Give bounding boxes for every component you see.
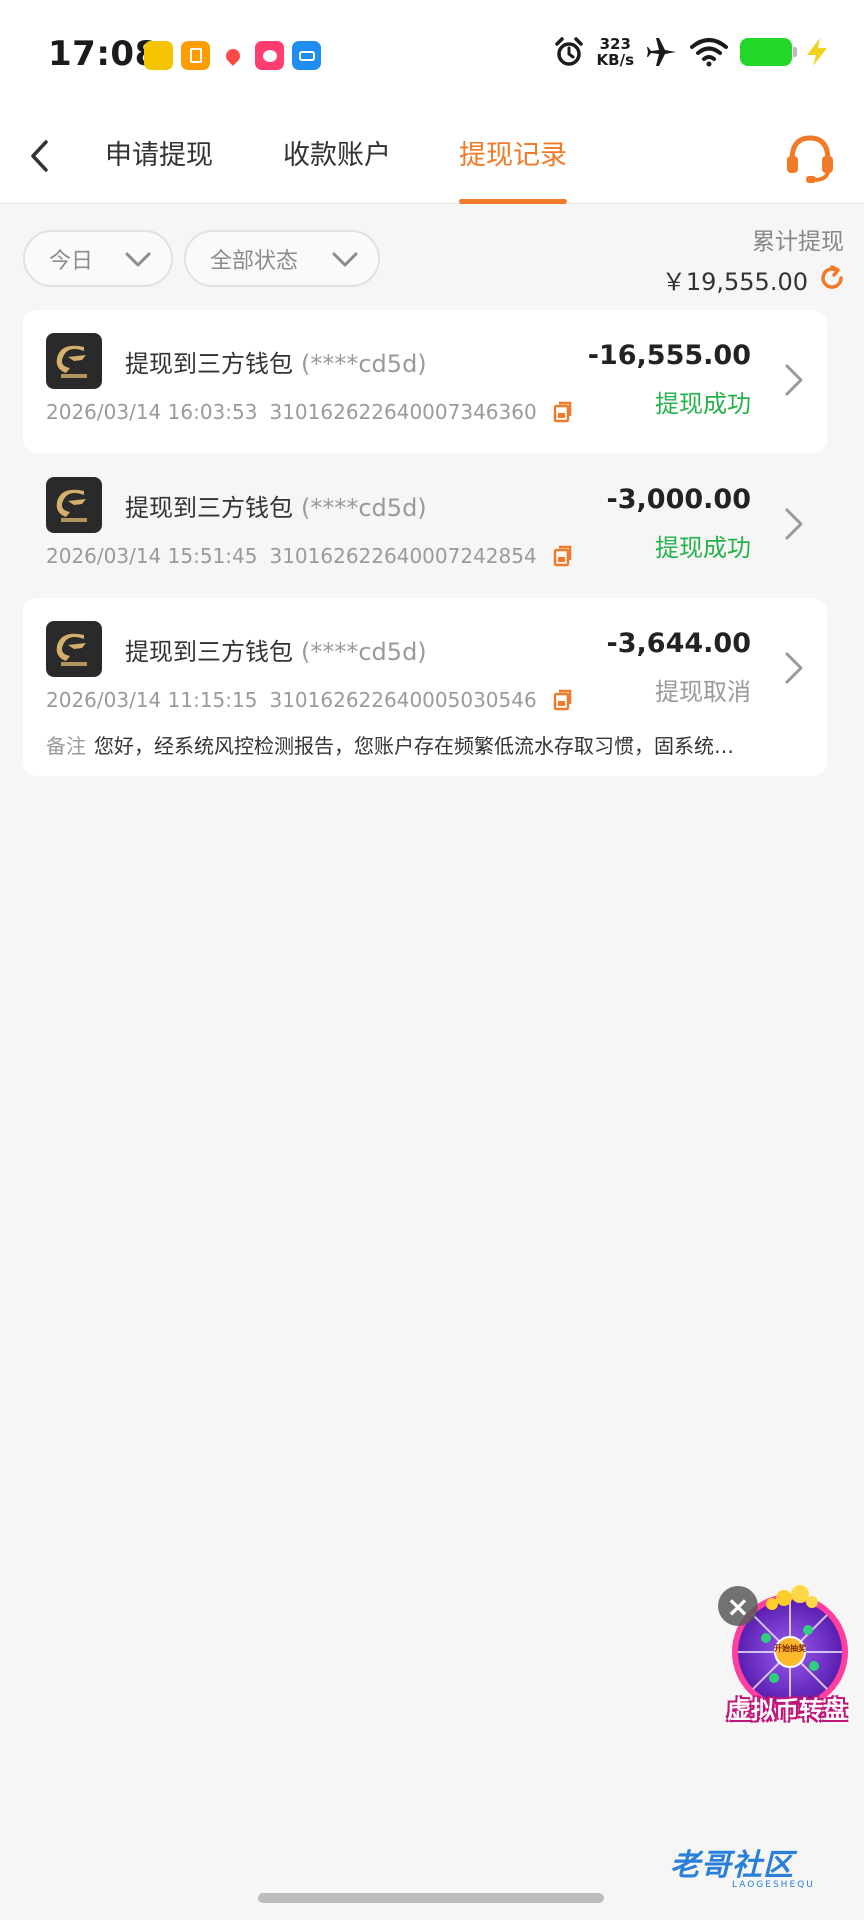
record-order-number: 310162622640007346360 (269, 400, 537, 424)
tab-apply-withdraw[interactable]: 申请提现 (105, 136, 213, 204)
record-amount: -3,644.00 (606, 628, 751, 659)
customer-service-headset-icon[interactable] (782, 130, 838, 186)
copy-icon[interactable] (551, 545, 573, 567)
pink-app-icon (255, 41, 284, 70)
chevron-down-icon (125, 252, 151, 267)
topay-logo (46, 333, 102, 389)
record-status: 提现成功 (655, 534, 751, 562)
network-speed-value: 323 (599, 35, 631, 53)
watermark-logo-text: 老哥社区 (670, 1848, 794, 1883)
total-withdraw-value: ￥19,555.00 (661, 268, 808, 296)
status-filter-dropdown[interactable]: 全部状态 (184, 230, 380, 287)
record-meta: 2026/03/14 16:03:53 31016262264000734636… (46, 400, 573, 424)
record-title: 提现到三方钱包 (****cd5d) (125, 632, 427, 667)
total-withdraw-label: 累计提现 (752, 229, 844, 255)
status-time: 17:08 (48, 34, 159, 74)
topay-logo (46, 621, 102, 677)
record-meta: 2026/03/14 15:51:45 31016262264000724285… (46, 544, 573, 568)
notification-app-icons (144, 41, 321, 70)
network-speed-unit: KB/s (596, 51, 634, 69)
record-account-masked: (****cd5d) (301, 494, 427, 522)
blue-app-icon (292, 41, 321, 70)
home-indicator[interactable] (258, 1893, 604, 1903)
copy-icon[interactable] (551, 401, 573, 423)
charging-icon (807, 38, 827, 66)
record-datetime: 2026/03/14 16:03:53 (46, 400, 258, 424)
record-account-masked: (****cd5d) (301, 638, 427, 666)
watermark-subtext: LAOGESHEQU (732, 1880, 815, 1890)
wheel-center-text: 开始抽奖 (774, 1643, 807, 1653)
orange-app-icon (181, 41, 210, 70)
map-app-icon (218, 41, 247, 70)
record-title: 提现到三方钱包 (****cd5d) (125, 344, 427, 379)
record-datetime: 2026/03/14 15:51:45 (46, 544, 258, 568)
status-bar: 17:08 323 KB/s (0, 0, 864, 110)
tab-payee-account[interactable]: 收款账户 (283, 136, 391, 204)
record-amount: -16,555.00 (587, 340, 751, 371)
chevron-down-icon (332, 252, 358, 267)
record-status: 提现取消 (655, 678, 751, 706)
record-datetime: 2026/03/14 11:15:15 (46, 688, 258, 712)
record-remark: 备注 您好，经系统风控检测报告，您账户存在频繁低流水存取习惯，固系统… (46, 730, 786, 759)
record-account-masked: (****cd5d) (301, 350, 427, 378)
copy-icon[interactable] (551, 689, 573, 711)
lucky-wheel-promo[interactable]: 开始抽奖 × 虚拟币转盘 (714, 1580, 860, 1730)
network-speed: 323 KB/s (597, 36, 634, 68)
record-order-number: 310162622640005030546 (269, 688, 537, 712)
record-meta: 2026/03/14 11:15:15 31016262264000503054… (46, 688, 573, 712)
record-title-text: 提现到三方钱包 (125, 638, 293, 666)
chevron-right-icon (785, 364, 803, 396)
battery-icon (740, 38, 797, 66)
status-filter-value: 全部状态 (210, 248, 299, 274)
record-order-number: 310162622640007242854 (269, 544, 537, 568)
alarm-icon (554, 37, 583, 66)
gold-app-icon (144, 41, 173, 70)
airplane-icon (647, 38, 676, 66)
record-title-text: 提现到三方钱包 (125, 350, 293, 378)
chevron-right-icon (785, 652, 803, 684)
topay-logo (46, 477, 102, 533)
tab-withdraw-records[interactable]: 提现记录 (459, 136, 567, 204)
back-button[interactable] (22, 136, 62, 176)
withdraw-record-card[interactable]: 提现到三方钱包 (****cd5d) 2026/03/14 16:03:53 31… (23, 310, 827, 453)
record-remark-text: 您好，经系统风控检测报告，您账户存在频繁低流水存取习惯，固系统… (94, 734, 734, 758)
record-status: 提现成功 (655, 390, 751, 418)
withdraw-record-card[interactable]: 提现到三方钱包 (****cd5d) 2026/03/14 15:51:45 31… (23, 454, 827, 597)
tab-header: 申请提现 收款账户 提现记录 (0, 110, 864, 204)
promo-label: 虚拟币转盘 (727, 1696, 847, 1724)
withdraw-record-card[interactable]: 提现到三方钱包 (****cd5d) 2026/03/14 11:15:15 31… (23, 598, 827, 776)
record-amount: -3,000.00 (606, 484, 751, 515)
refresh-icon[interactable] (818, 264, 846, 292)
date-filter-value: 今日 (49, 248, 94, 274)
close-promo-button[interactable]: × (718, 1586, 758, 1626)
wifi-icon (690, 38, 728, 67)
record-remark-label: 备注 (46, 734, 86, 758)
record-title: 提现到三方钱包 (****cd5d) (125, 488, 427, 523)
date-filter-dropdown[interactable]: 今日 (23, 230, 173, 287)
status-indicators: 323 KB/s (553, 36, 830, 68)
record-title-text: 提现到三方钱包 (125, 494, 293, 522)
chevron-right-icon (785, 508, 803, 540)
